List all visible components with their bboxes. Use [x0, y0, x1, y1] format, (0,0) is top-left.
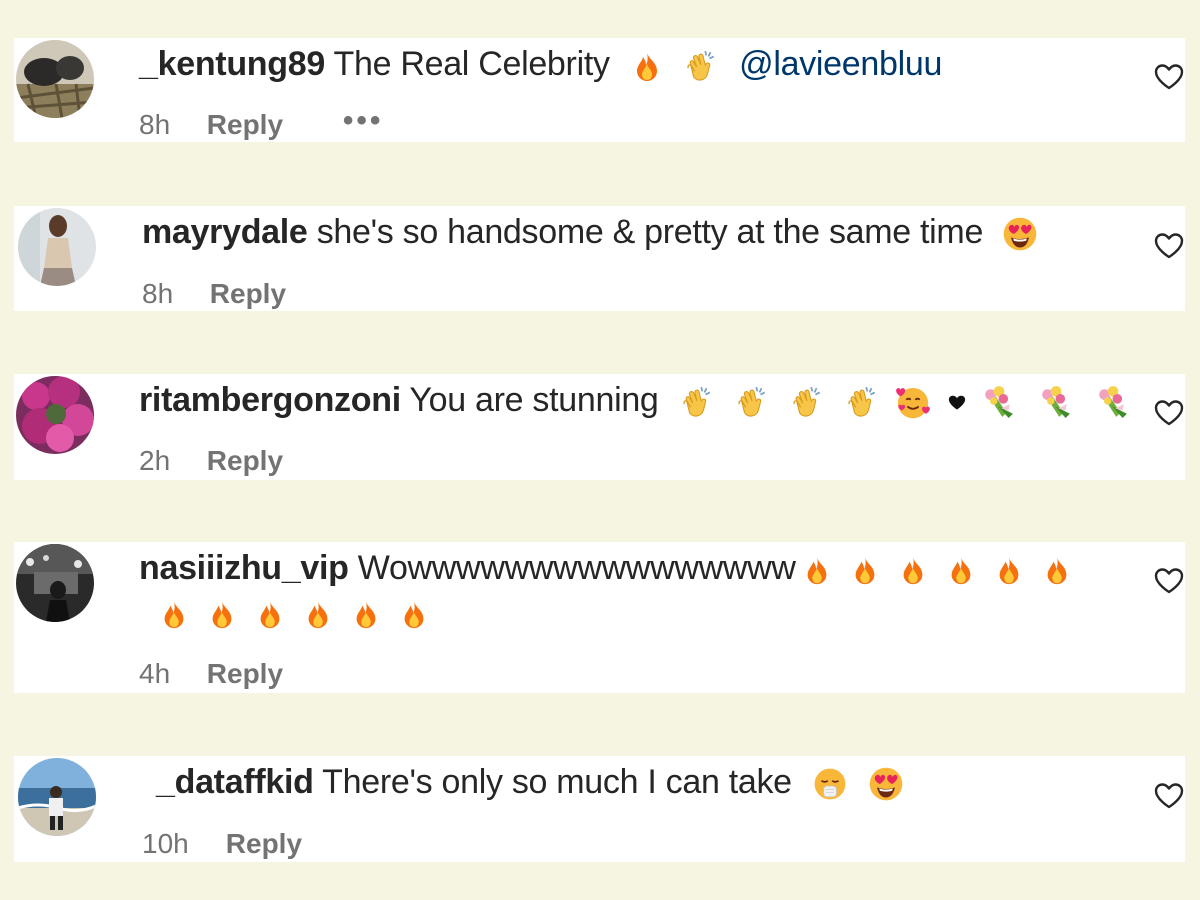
bouquet-emoji — [981, 385, 1015, 419]
bouquet-emoji — [1038, 385, 1072, 419]
heart-eyes-emoji — [1002, 216, 1038, 252]
comment-text: The Real Celebrity — [333, 45, 610, 83]
comment-card: mayrydale she's so handsome & pretty at … — [14, 206, 1185, 311]
bouquet-emoji — [1095, 385, 1129, 419]
comment-line: nasiiizhu_vip Wowwwwwwwwwwwwwwww — [139, 548, 1076, 588]
timestamp: 4h — [139, 658, 171, 689]
comment-card: _kentung89 The Real Celebrity @lavieenbl… — [14, 38, 1185, 142]
username[interactable]: _kentung89 — [139, 45, 325, 83]
username[interactable]: ritambergonzoni — [139, 381, 401, 419]
fire-emoji — [351, 597, 381, 631]
avatar[interactable] — [16, 544, 94, 622]
like-heart-icon[interactable] — [1154, 232, 1184, 260]
fire-emoji — [303, 597, 333, 631]
like-heart-icon[interactable] — [1154, 399, 1184, 427]
fire-emoji — [802, 553, 832, 587]
avatar[interactable] — [16, 40, 94, 118]
relieved-sneeze-emoji — [813, 767, 847, 801]
reply-button[interactable]: Reply — [207, 445, 283, 476]
fire-emoji — [399, 597, 429, 631]
fire-emoji — [994, 553, 1024, 587]
comment-meta: 8h Reply ••• — [139, 104, 383, 142]
black-heart-emoji — [947, 392, 967, 412]
fire-emoji — [255, 597, 285, 631]
clap-emoji — [735, 385, 769, 419]
like-heart-icon[interactable] — [1154, 782, 1184, 810]
fire-emoji — [631, 49, 663, 83]
fire-emoji — [898, 553, 928, 587]
avatar[interactable] — [18, 758, 96, 836]
comment-meta: 4h Reply — [139, 657, 283, 691]
comment-text: she's so handsome & pretty at the same t… — [316, 213, 984, 251]
reply-button[interactable]: Reply — [207, 109, 283, 140]
reply-button[interactable]: Reply — [207, 658, 283, 689]
fire-emoji — [850, 553, 880, 587]
comment-meta: 2h Reply — [139, 444, 283, 478]
timestamp: 10h — [142, 828, 189, 859]
comment-card: nasiiizhu_vip Wowwwwwwwwwwwwwwww 4h Repl… — [14, 542, 1185, 693]
timestamp: 8h — [139, 109, 171, 140]
comment-card: ritambergonzoni You are stunning 2h Repl… — [14, 374, 1185, 480]
fire-emoji — [946, 553, 976, 587]
comment-line: ritambergonzoni You are stunning — [139, 380, 1133, 420]
clap-emoji — [845, 385, 879, 419]
smiling-hearts-emoji — [894, 384, 932, 420]
clap-emoji — [790, 385, 824, 419]
username[interactable]: mayrydale — [142, 213, 308, 251]
comment-line: mayrydale she's so handsome & pretty at … — [142, 212, 1042, 252]
like-heart-icon[interactable] — [1154, 567, 1184, 595]
comment-line: _kentung89 The Real Celebrity @lavieenbl… — [139, 44, 942, 84]
mention-link[interactable]: @lavieenbluu — [739, 45, 942, 83]
username[interactable]: _dataffkid — [156, 763, 314, 801]
comment-card: _dataffkid There's only so much I can ta… — [14, 756, 1185, 862]
heart-eyes-emoji — [868, 766, 904, 802]
reply-button[interactable]: Reply — [210, 278, 286, 309]
comment-text: You are stunning — [409, 381, 659, 419]
comment-text: There's only so much I can take — [322, 763, 792, 801]
comment-meta: 10h Reply — [142, 827, 302, 861]
avatar[interactable] — [18, 208, 96, 286]
fire-emoji — [1042, 553, 1072, 587]
username[interactable]: nasiiizhu_vip — [139, 549, 349, 587]
clap-emoji — [680, 385, 714, 419]
comment-line-continued — [139, 592, 433, 632]
more-options-icon[interactable]: ••• — [343, 104, 384, 137]
comment-meta: 8h Reply — [142, 277, 286, 311]
comment-line: _dataffkid There's only so much I can ta… — [156, 762, 908, 802]
clap-emoji — [684, 49, 718, 83]
timestamp: 2h — [139, 445, 171, 476]
avatar[interactable] — [16, 376, 94, 454]
fire-emoji — [207, 597, 237, 631]
fire-emoji — [159, 597, 189, 631]
timestamp: 8h — [142, 278, 174, 309]
reply-button[interactable]: Reply — [226, 828, 302, 859]
like-heart-icon[interactable] — [1154, 63, 1184, 91]
comment-text: Wowwwwwwwwwwwwwwww — [357, 549, 796, 587]
